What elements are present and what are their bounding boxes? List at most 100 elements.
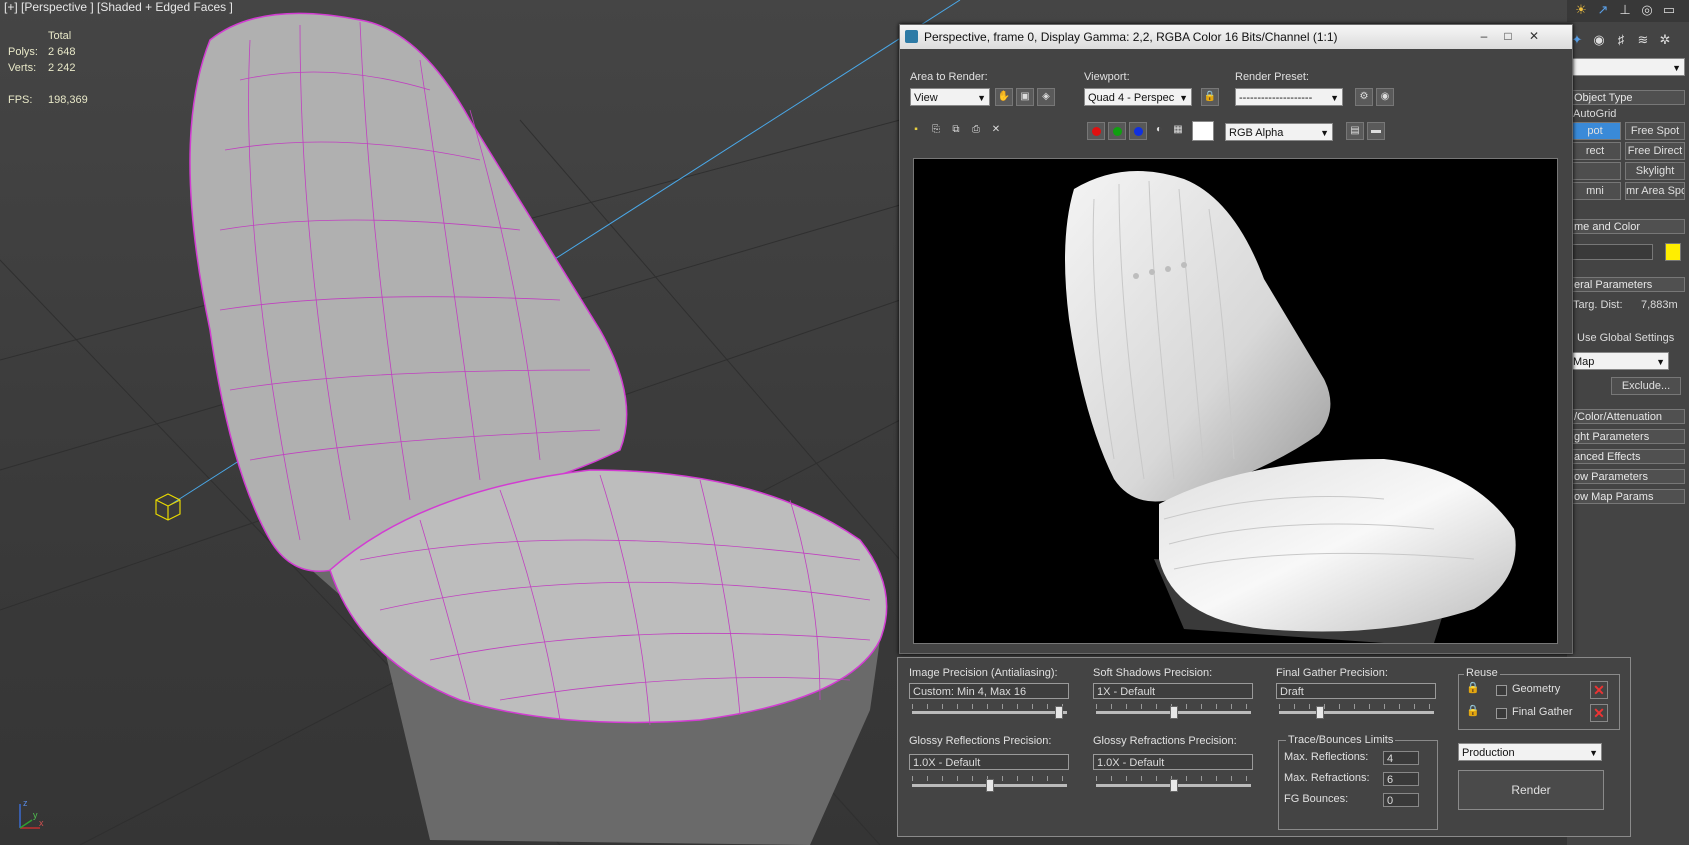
- autogrid-label[interactable]: AutoGrid: [1573, 108, 1616, 120]
- channel-display-dropdown[interactable]: RGB Alpha ▼: [1225, 123, 1333, 141]
- spacewarps-tab-icon[interactable]: ≋: [1633, 30, 1653, 50]
- final-gather-checkbox[interactable]: [1496, 708, 1507, 719]
- copy-image-icon[interactable]: ⎘: [927, 122, 945, 140]
- hierarchy-icon[interactable]: ⊥: [1615, 0, 1635, 20]
- maximize-icon[interactable]: □: [1497, 28, 1519, 44]
- soft-shadows-thumb[interactable]: [1170, 706, 1178, 719]
- final-gather-slider[interactable]: [1279, 706, 1434, 719]
- free-direct-button[interactable]: Free Direct: [1625, 142, 1685, 160]
- display-icon[interactable]: ▭: [1659, 0, 1679, 20]
- glossy-reflections-slider[interactable]: [912, 779, 1067, 792]
- glossy-reflections-field[interactable]: 1.0X - Default: [909, 754, 1069, 770]
- area-to-render-label: Area to Render:: [910, 71, 988, 83]
- rollout-object-type[interactable]: Object Type: [1569, 90, 1685, 105]
- toggle-ui-icon[interactable]: ▬: [1367, 122, 1385, 140]
- mr-omni-button[interactable]: mni: [1569, 182, 1621, 200]
- minimize-icon[interactable]: –: [1473, 28, 1495, 44]
- render-setup-icon[interactable]: ⚙: [1355, 88, 1373, 106]
- rollout-general-parameters[interactable]: eral Parameters: [1569, 277, 1685, 292]
- max-reflections-spinner[interactable]: 4: [1383, 751, 1419, 765]
- use-global-settings-label[interactable]: Use Global Settings: [1577, 332, 1674, 344]
- chevron-down-icon: ▼: [1589, 748, 1598, 758]
- omni-button[interactable]: [1569, 162, 1621, 180]
- motion-icon[interactable]: ◎: [1637, 0, 1657, 20]
- clear-geometry-icon[interactable]: ✕: [1590, 681, 1608, 699]
- glossy-refractions-label: Glossy Refractions Precision:: [1093, 735, 1237, 747]
- axis-y-label: y: [33, 810, 38, 820]
- glossy-refractions-thumb[interactable]: [1170, 779, 1178, 792]
- final-gather-field[interactable]: Draft: [1276, 683, 1436, 699]
- light-gizmo: [155, 493, 181, 521]
- mr-area-spot-button[interactable]: mr Area Spot: [1625, 182, 1685, 200]
- shadow-map-dropdown[interactable]: Map ▼: [1569, 352, 1669, 370]
- sun-icon[interactable]: ☀: [1571, 0, 1591, 20]
- render-region-icon[interactable]: ◈: [1037, 88, 1055, 106]
- environment-icon[interactable]: ◉: [1376, 88, 1394, 106]
- close-icon[interactable]: ✕: [1523, 28, 1545, 44]
- render-button[interactable]: Render: [1458, 770, 1604, 810]
- free-spot-button[interactable]: Free Spot: [1625, 122, 1685, 140]
- soft-shadows-label: Soft Shadows Precision:: [1093, 667, 1213, 679]
- glossy-reflections-thumb[interactable]: [986, 779, 994, 792]
- verts-label: Verts:: [8, 62, 37, 74]
- toggle-ui-overlays-icon[interactable]: ▤: [1346, 122, 1364, 140]
- trace-bounces-label: Trace/Bounces Limits: [1286, 734, 1396, 746]
- rollout-spotlight-parameters[interactable]: ght Parameters: [1569, 429, 1685, 444]
- target-spot-button[interactable]: pot: [1569, 122, 1621, 140]
- lock-viewport-icon[interactable]: 🔒: [1201, 88, 1219, 106]
- viewport-label[interactable]: [+] [Perspective ] [Shaded + Edged Faces…: [4, 0, 233, 14]
- render-preset-dropdown[interactable]: -------------------- ▼: [1235, 88, 1343, 106]
- rollout-shadow-map-params[interactable]: ow Map Params: [1569, 489, 1685, 504]
- exclude-button[interactable]: Exclude...: [1611, 377, 1681, 395]
- object-color-swatch[interactable]: [1665, 243, 1681, 261]
- glossy-refractions-slider[interactable]: [1096, 779, 1251, 792]
- auto-region-icon[interactable]: ▣: [1016, 88, 1034, 106]
- soft-shadows-slider[interactable]: [1096, 706, 1251, 719]
- final-gather-thumb[interactable]: [1316, 706, 1324, 719]
- skylight-button[interactable]: Skylight: [1625, 162, 1685, 180]
- image-precision-thumb[interactable]: [1055, 706, 1063, 719]
- curve-icon[interactable]: ↗: [1593, 0, 1613, 20]
- render-frame-window[interactable]: Perspective, frame 0, Display Gamma: 2,2…: [899, 24, 1573, 654]
- red-channel-toggle[interactable]: [1087, 122, 1105, 140]
- render-window-titlebar[interactable]: Perspective, frame 0, Display Gamma: 2,2…: [900, 25, 1572, 49]
- alpha-channel-icon[interactable]: ◐: [1150, 122, 1168, 140]
- swatch-color-box[interactable]: [1192, 121, 1214, 141]
- green-channel-icon: [1113, 127, 1122, 136]
- blue-channel-icon: [1134, 127, 1143, 136]
- soft-shadows-field[interactable]: 1X - Default: [1093, 683, 1253, 699]
- glossy-refractions-field[interactable]: 1.0X - Default: [1093, 754, 1253, 770]
- chevron-down-icon: ▼: [1330, 93, 1339, 103]
- viewport-dropdown[interactable]: Quad 4 - Perspec ▼: [1084, 88, 1192, 106]
- print-image-icon[interactable]: ⎙: [967, 122, 985, 140]
- lock-geometry-icon[interactable]: 🔒: [1465, 680, 1481, 696]
- max-refractions-spinner[interactable]: 6: [1383, 772, 1419, 786]
- green-channel-toggle[interactable]: [1108, 122, 1126, 140]
- area-to-render-dropdown[interactable]: View ▼: [910, 88, 990, 106]
- fg-bounces-spinner[interactable]: 0: [1383, 793, 1419, 807]
- image-precision-field[interactable]: Custom: Min 4, Max 16: [909, 683, 1069, 699]
- reuse-label: Reuse: [1464, 667, 1500, 679]
- rollout-name-and-color[interactable]: me and Color: [1569, 219, 1685, 234]
- rollout-shadow-parameters[interactable]: ow Parameters: [1569, 469, 1685, 484]
- blue-channel-toggle[interactable]: [1129, 122, 1147, 140]
- final-gather-reuse-label: Final Gather: [1512, 706, 1573, 718]
- target-direct-button[interactable]: rect: [1569, 142, 1621, 160]
- image-precision-slider[interactable]: [912, 706, 1067, 719]
- clone-frame-icon[interactable]: ⧉: [947, 122, 965, 140]
- save-image-icon[interactable]: ▪: [907, 122, 925, 140]
- helpers-tab-icon[interactable]: ♯: [1611, 30, 1631, 50]
- light-category-dropdown[interactable]: ▼: [1569, 58, 1685, 76]
- geometry-checkbox[interactable]: [1496, 685, 1507, 696]
- object-name-field[interactable]: [1569, 244, 1653, 260]
- lock-final-gather-icon[interactable]: 🔒: [1465, 703, 1481, 719]
- edit-region-icon[interactable]: ✋: [995, 88, 1013, 106]
- clear-icon[interactable]: ✕: [987, 122, 1005, 140]
- systems-tab-icon[interactable]: ✲: [1655, 30, 1675, 50]
- render-mode-dropdown[interactable]: Production ▼: [1458, 743, 1602, 761]
- monochrome-icon[interactable]: ▦: [1169, 122, 1187, 140]
- rollout-intensity-color[interactable]: /Color/Attenuation: [1569, 409, 1685, 424]
- rollout-advanced-effects[interactable]: anced Effects: [1569, 449, 1685, 464]
- clear-final-gather-icon[interactable]: ✕: [1590, 704, 1608, 722]
- cameras-tab-icon[interactable]: ◉: [1589, 30, 1609, 50]
